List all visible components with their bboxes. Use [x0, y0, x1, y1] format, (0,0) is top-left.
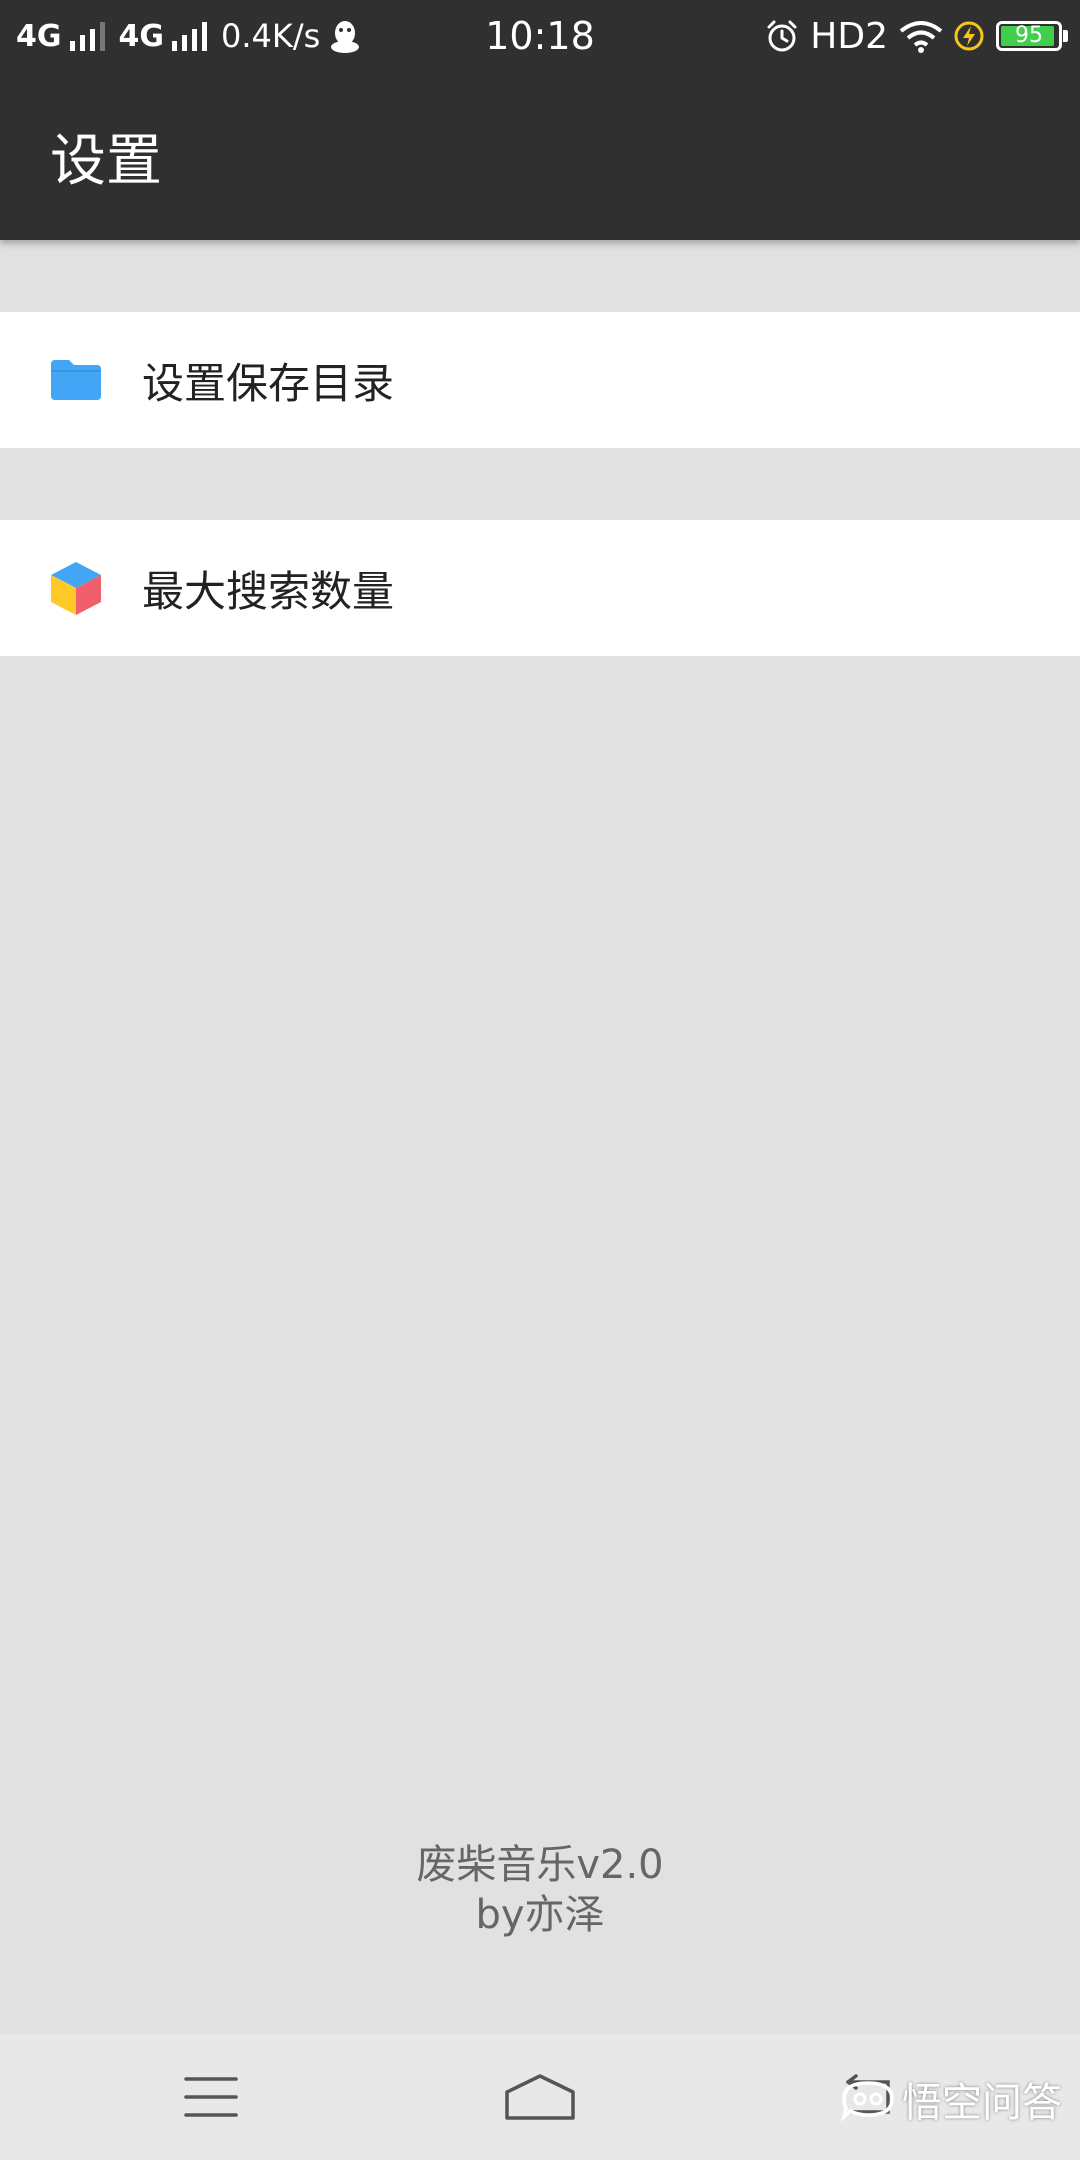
battery-level: 95 — [1015, 23, 1043, 48]
charging-icon — [954, 21, 984, 51]
status-right: HD2 95 — [764, 0, 1068, 72]
watermark-text: 悟空问答 — [902, 2080, 1062, 2126]
app-bar: 设置 — [0, 72, 1080, 240]
battery-icon: 95 — [996, 21, 1068, 51]
home-icon — [505, 2074, 575, 2120]
home-button[interactable] — [495, 2054, 585, 2140]
menu-icon — [184, 2077, 238, 2117]
folder-icon — [51, 360, 101, 400]
app-author: by亦泽 — [475, 1892, 605, 1938]
page-title: 设置 — [50, 128, 162, 194]
hd-indicator: HD2 — [810, 15, 888, 57]
wifi-icon — [899, 21, 943, 53]
setting-item-max-search-count[interactable]: 最大搜索数量 — [0, 520, 1080, 656]
watermark: 悟空问答 — [840, 2070, 1062, 2128]
setting-label-save-directory: 设置保存目录 — [142, 358, 395, 408]
alarm-icon — [767, 20, 797, 52]
wukong-logo-icon — [841, 2081, 894, 2121]
setting-label-max-search-count: 最大搜索数量 — [142, 566, 395, 616]
menu-button[interactable] — [166, 2054, 256, 2140]
cube-icon — [51, 562, 101, 615]
setting-item-save-directory[interactable]: 设置保存目录 — [0, 312, 1080, 448]
app-name-version: 废柴音乐v2.0 — [416, 1842, 664, 1888]
app-version-info: 废柴音乐v2.0 by亦泽 — [0, 1840, 1080, 1940]
status-bar: 4G 4G 0.4K/s 10:18 HD2 95 — [0, 0, 1080, 72]
